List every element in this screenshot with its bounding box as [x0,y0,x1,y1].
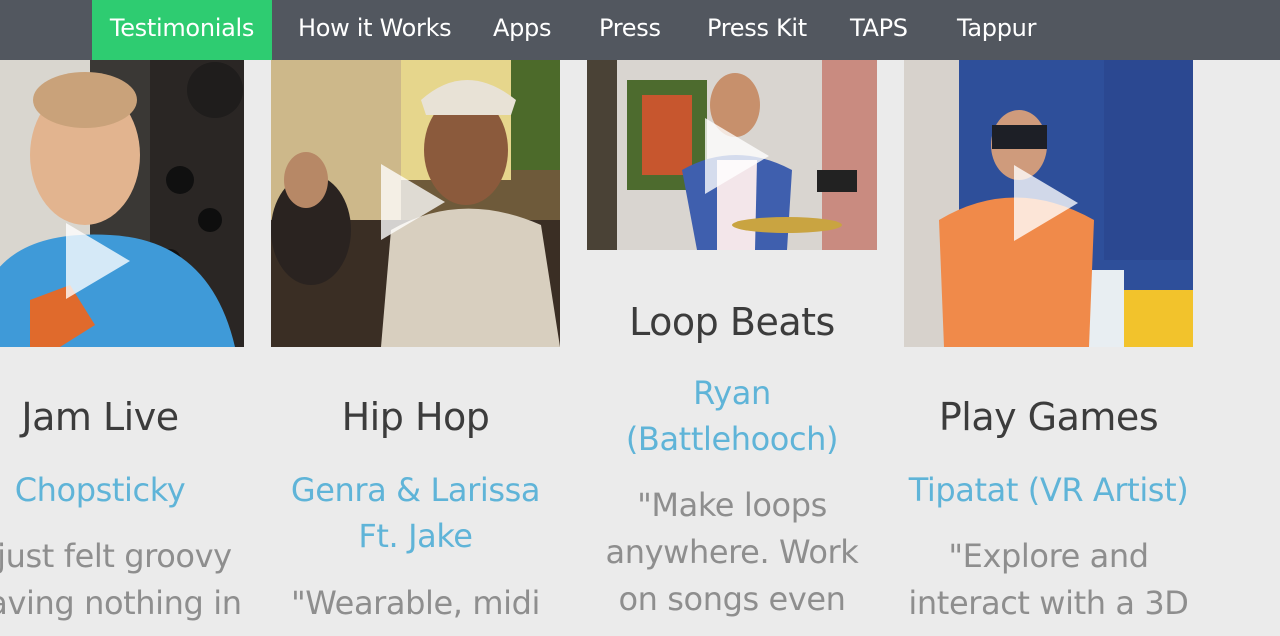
nav-item-press-kit[interactable]: Press Kit [707,0,807,60]
testimonial-quote: I just felt groovy having nothing in [0,537,242,622]
play-icon[interactable] [705,118,769,194]
artist-link[interactable]: Genra & Larissa Ft. Jake [271,467,560,559]
artist-link[interactable]: Chopsticky [0,467,200,513]
video-thumbnail-hip-hop[interactable] [271,60,560,347]
nav-item-tappur[interactable]: Tappur [957,0,1036,60]
play-icon[interactable] [1014,165,1078,241]
nav-item-press[interactable]: Press [599,0,661,60]
card-title: Hip Hop [341,395,490,439]
nav-item-apps[interactable]: Apps [493,0,552,60]
top-navbar: Testimonials How it Works Apps Press Pre… [0,0,1280,60]
artist-link[interactable]: Ryan (Battlehooch) [612,370,852,462]
play-icon[interactable] [381,164,445,240]
nav-item-how-it-works[interactable]: How it Works [298,0,452,60]
video-still-image [0,60,244,347]
video-thumbnail-jam-live[interactable] [0,60,244,347]
card-title: Jam Live [21,395,179,439]
nav-item-taps[interactable]: TAPS [850,0,908,60]
nav-item-testimonials[interactable]: Testimonials [92,0,272,60]
card-title: Loop Beats [629,300,835,344]
testimonial-quote: "Explore and interact with a 3D [908,537,1189,622]
testimonial-quote: "Wearable, midi [290,584,541,622]
artist-link[interactable]: Tipatat (VR Artist) [904,467,1193,513]
video-thumbnail-loop-beats[interactable] [587,60,877,250]
play-icon[interactable] [66,223,130,299]
video-thumbnail-play-games[interactable] [904,60,1193,347]
testimonial-quote: "Make loops anywhere. Work on songs even [605,486,859,618]
card-title: Play Games [938,395,1159,439]
